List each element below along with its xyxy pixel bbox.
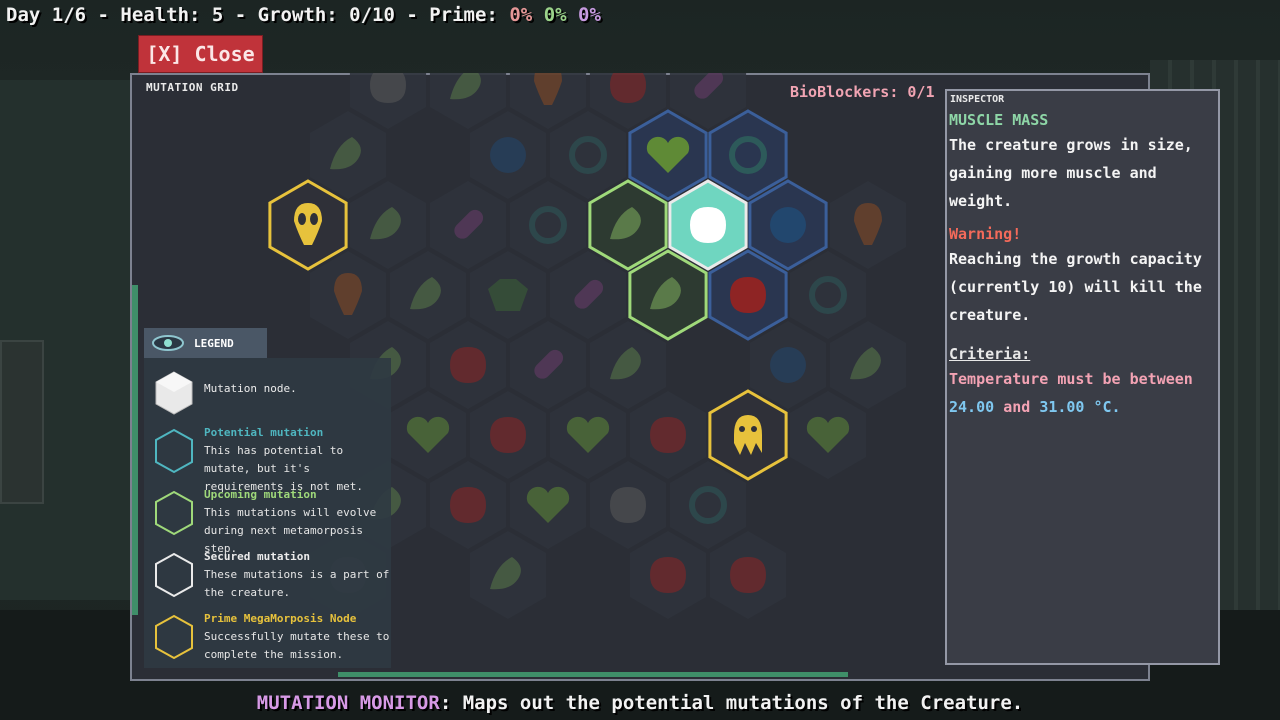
- hex-node-rose[interactable]: [629, 391, 707, 479]
- hex-node-germ[interactable]: [589, 461, 667, 549]
- rose-icon: [610, 73, 646, 103]
- eye-gear-icon: [490, 137, 526, 173]
- legend-header[interactable]: LEGEND: [144, 328, 267, 358]
- criteria-text: Temperature must be between 24.00 and 31…: [949, 365, 1216, 421]
- prime-hex-icon: [155, 614, 193, 660]
- upcoming-hex-icon: [155, 490, 193, 536]
- hex-node-eye-gear[interactable]: [469, 111, 547, 199]
- hex-node-swirl[interactable]: [789, 251, 867, 339]
- hex-node-rose[interactable]: [469, 391, 547, 479]
- prime-1: 0%: [509, 4, 533, 26]
- hex-node-muscle[interactable]: [829, 321, 907, 409]
- rose-icon: [490, 417, 526, 453]
- legend-item-label: Potential mutation: [204, 426, 324, 439]
- rose-icon: [450, 487, 486, 523]
- hex-node-rose[interactable]: [629, 531, 707, 619]
- hex-node-eye-gear[interactable]: [748, 179, 828, 271]
- hex-node-muscle[interactable]: [349, 181, 427, 269]
- hex-node-brute[interactable]: [469, 251, 547, 339]
- hex-node-rose[interactable]: [429, 461, 507, 549]
- bug-icon: [690, 207, 726, 243]
- hex-node-squid[interactable]: [708, 389, 788, 481]
- legend-item-label: Secured mutation: [204, 550, 310, 563]
- germ-icon: [610, 487, 646, 523]
- legend-panel: Mutation node. Potential mutation This ha…: [144, 358, 391, 668]
- hex-node-pill[interactable]: [549, 251, 627, 339]
- eye-gear-icon: [770, 347, 806, 383]
- hex-node-swirl[interactable]: [549, 111, 627, 199]
- criteria-unit: °C.: [1093, 398, 1121, 416]
- hex-node-heart[interactable]: [628, 109, 708, 201]
- criteria-prefix: Temperature must be between: [949, 370, 1193, 388]
- legend-item-label: Upcoming mutation: [204, 488, 317, 501]
- hex-node-pill[interactable]: [509, 321, 587, 409]
- footer-text: : Maps out the potential mutations of th…: [439, 692, 1024, 714]
- footer-highlight: MUTATION MONITOR: [256, 692, 440, 714]
- mutation-name: MUSCLE MASS: [949, 111, 1049, 129]
- legend-item-label: Prime MegaMorposis Node: [204, 612, 357, 625]
- inspector-panel: INSPECTOR MUSCLE MASS The creature grows…: [945, 89, 1220, 665]
- hex-node-muscle[interactable]: [588, 179, 668, 271]
- lab-machine: [0, 340, 44, 504]
- hex-node-pill[interactable]: [429, 181, 507, 269]
- hex-node-muscle[interactable]: [589, 321, 667, 409]
- status-bar: Day 1/6 - Health: 5 - Growth: 0/10 - Pri…: [6, 4, 601, 26]
- hex-node-swirl[interactable]: [708, 109, 788, 201]
- rose-icon: [650, 417, 686, 453]
- hex-node-alien-skull[interactable]: [268, 179, 348, 271]
- secured-hex-icon: [155, 552, 193, 598]
- rose-icon: [730, 557, 766, 593]
- prime-3: 0%: [578, 4, 601, 26]
- white-hex-icon: [155, 371, 193, 415]
- hex-node-rose[interactable]: [429, 321, 507, 409]
- hex-node-muscle[interactable]: [628, 249, 708, 341]
- status-text: Day 1/6 - Health: 5 - Growth: 0/10 - Pri…: [6, 4, 498, 26]
- germ-icon: [370, 73, 406, 103]
- hex-node-muscle[interactable]: [469, 531, 547, 619]
- hex-node-skull-fire[interactable]: [309, 251, 387, 339]
- rose-icon: [450, 347, 486, 383]
- potential-hex-icon: [155, 428, 193, 474]
- eye-icon: [152, 335, 184, 351]
- criteria-min: 24.00: [949, 398, 995, 416]
- hex-node-swirl[interactable]: [669, 461, 747, 549]
- hex-node-bug[interactable]: [668, 179, 748, 271]
- footer-hint: MUTATION MONITOR: Maps out the potential…: [0, 692, 1280, 714]
- eye-gear-icon: [770, 207, 806, 243]
- criteria-label: Criteria:: [949, 345, 1031, 363]
- warning-text: Reaching the growth capacity (currently …: [949, 250, 1202, 324]
- inspector-title: INSPECTOR: [950, 94, 1005, 105]
- legend-item-desc: Successfully mutate these to complete th…: [204, 630, 390, 661]
- hex-node-rose[interactable]: [708, 249, 788, 341]
- criteria-max: 31.00: [1039, 398, 1085, 416]
- hex-node-heart[interactable]: [509, 461, 587, 549]
- criteria-and: and: [1003, 398, 1031, 416]
- hex-node-heart[interactable]: [389, 391, 467, 479]
- hex-node-heart[interactable]: [789, 391, 867, 479]
- rose-icon: [730, 277, 766, 313]
- close-button[interactable]: [X] Close: [138, 35, 263, 73]
- prime-2: 0%: [543, 4, 567, 26]
- warning-label: Warning!: [949, 225, 1022, 243]
- hex-node-rose[interactable]: [709, 531, 787, 619]
- rose-icon: [650, 557, 686, 593]
- mutation-description: The creature grows in size, gaining more…: [949, 136, 1193, 210]
- hex-node-skull-fire[interactable]: [829, 181, 907, 269]
- legend-item-desc: These mutations is a part of the creatur…: [204, 568, 390, 599]
- legend-title: LEGEND: [194, 336, 234, 350]
- hex-node-heart[interactable]: [549, 391, 627, 479]
- legend-item-label: Mutation node.: [204, 382, 297, 395]
- hex-node-muscle[interactable]: [389, 251, 467, 339]
- hex-node-eye-gear[interactable]: [749, 321, 827, 409]
- hex-node-swirl[interactable]: [509, 181, 587, 269]
- hex-node-muscle[interactable]: [309, 111, 387, 199]
